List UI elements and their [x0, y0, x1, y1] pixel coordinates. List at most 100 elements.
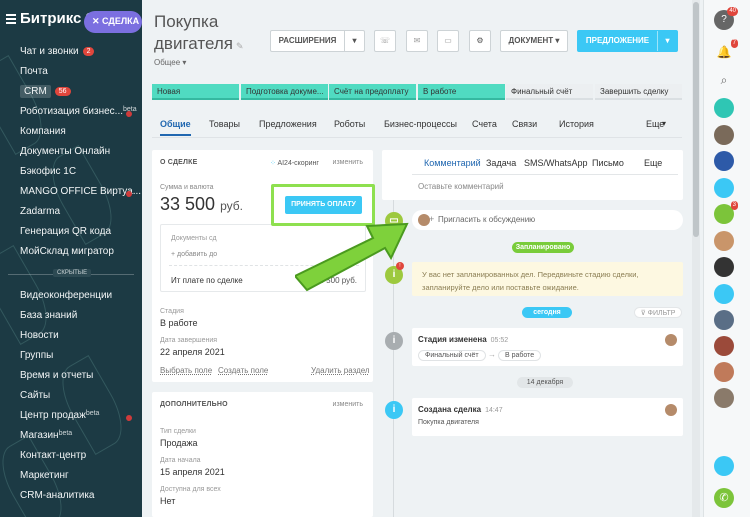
offer-button[interactable]: ПРЕДЛОЖЕНИЕ ▾	[577, 30, 678, 52]
deal-title: Покупка двигателя	[154, 12, 233, 53]
tab[interactable]: Роботы	[334, 119, 365, 129]
invite-bar[interactable]: + Пригласить к обсуждению	[412, 210, 683, 230]
extra-card: ДОПОЛНИТЕЛЬНО изменить Тип сделки Продаж…	[152, 392, 373, 517]
comment-input[interactable]: Оставьте комментарий	[418, 182, 504, 191]
comment-editor: Оставьте комментарий Комментарий Задача SM…	[382, 150, 683, 200]
sidebar-header: Битрикс 2 ✕ СДЕЛКА	[0, 0, 142, 40]
sidebar-item-label: Магазин	[20, 430, 59, 441]
sidebar-item[interactable]: Бэкофис 1С	[0, 162, 142, 182]
stage-step[interactable]: Завершить сделку	[595, 84, 682, 100]
timeline-tab[interactable]: Задача	[486, 158, 516, 168]
sidebar-item[interactable]: Контакт-центр	[0, 446, 142, 466]
stage-step[interactable]: В работе	[418, 84, 505, 100]
extensions-button[interactable]: РАСШИРЕНИЯ ▾	[270, 30, 365, 52]
sidebar-item[interactable]: Время и отчеты	[0, 366, 142, 386]
avatar[interactable]	[714, 257, 734, 277]
stage-step[interactable]: Счёт на предоплату	[329, 84, 416, 100]
category-selector[interactable]: Общее ▾	[154, 58, 186, 67]
tab[interactable]: Товары	[209, 119, 240, 129]
sidebar-item[interactable]: CRM 56	[0, 82, 142, 102]
bell-badge: 7	[730, 39, 738, 48]
group-chat-icon[interactable]	[714, 98, 734, 118]
sidebar-item[interactable]: МойСклад мигратор	[0, 242, 142, 262]
close-deal-pill[interactable]: ✕ СДЕЛКА	[84, 11, 142, 33]
sidebar-item[interactable]: Видеоконференции	[0, 286, 142, 306]
avatar[interactable]	[714, 336, 734, 356]
tab[interactable]: Бизнес-процессы	[384, 119, 457, 129]
select-field-link[interactable]: Выбрать поле	[160, 366, 212, 375]
sidebar-item[interactable]: Магазинbeta	[0, 426, 142, 446]
avatar[interactable]	[714, 231, 734, 251]
hidden-separator[interactable]: СКРЫТЫЕ	[0, 266, 142, 282]
deal-edit-link[interactable]: изменить	[333, 159, 363, 166]
bell-icon[interactable]: 🔔 7	[714, 39, 738, 62]
stage-step[interactable]: Подготовка докуме...	[241, 84, 328, 100]
avatar[interactable]	[714, 125, 734, 145]
sidebar-item[interactable]: База знаний	[0, 306, 142, 326]
sidebar-item[interactable]: Компания	[0, 122, 142, 142]
sidebar-item[interactable]: CRM-аналитика	[0, 486, 142, 506]
sidebar-item[interactable]: Центр продажbeta	[0, 406, 142, 426]
timeline-tab[interactable]: SMS/WhatsApp	[524, 158, 588, 168]
add-document-link[interactable]: + добавить до	[171, 251, 217, 258]
phone-icon[interactable]: ✆	[714, 488, 734, 508]
sidebar-item[interactable]: Генерация QR кода	[0, 222, 142, 242]
avatar[interactable]	[714, 388, 734, 408]
group-chat-icon[interactable]	[714, 151, 734, 171]
tab[interactable]: Связи	[512, 119, 537, 129]
avatar[interactable]	[714, 362, 734, 382]
timeline-tab[interactable]: Комментарий	[424, 158, 481, 168]
accept-payment-button[interactable]: ПРИНЯТЬ ОПЛАТУ	[285, 196, 362, 214]
extra-edit-link[interactable]: изменить	[333, 401, 363, 408]
timeline-tab[interactable]: Еще	[644, 158, 662, 168]
tab[interactable]: История	[559, 119, 594, 129]
chevron-down-icon[interactable]: ▾	[344, 31, 364, 51]
right-panel: ? 40 🔔 7 ⌕ 3 ✆	[703, 0, 750, 517]
stage-step[interactable]: Финальный счёт	[506, 84, 593, 100]
mail-icon[interactable]: ✉	[406, 30, 428, 52]
sidebar-item[interactable]: Чат и звонки 2	[0, 42, 142, 62]
help-badge: 40	[727, 7, 738, 16]
sidebar-item[interactable]: Сайты	[0, 386, 142, 406]
tab[interactable]: Предложения	[259, 119, 317, 129]
timeline-tab[interactable]: Письмо	[592, 158, 624, 168]
brand-logo[interactable]: Битрикс 2	[20, 10, 94, 27]
ai-scoring-link[interactable]: ⁘ AI24-скоринг	[270, 159, 319, 167]
screen-share-icon[interactable]	[714, 456, 734, 476]
sidebar-item-label: Компания	[20, 126, 66, 137]
create-field-link[interactable]: Создать поле	[218, 366, 268, 375]
user-icon[interactable]	[714, 284, 734, 304]
sidebar-item[interactable]: Группы	[0, 346, 142, 366]
sidebar-item[interactable]: Маркетинг	[0, 466, 142, 486]
sidebar-item-label: CRM-аналитика	[20, 490, 95, 501]
phone-icon[interactable]: ☏	[374, 30, 396, 52]
scroll-thumb[interactable]	[693, 2, 699, 237]
sidebar-item[interactable]: Документы Онлайн	[0, 142, 142, 162]
sidebar-item[interactable]: Zadarma	[0, 202, 142, 222]
menu-icon[interactable]	[6, 14, 16, 24]
pencil-icon[interactable]: ✎	[236, 35, 246, 51]
delete-section-link[interactable]: Удалить раздел	[311, 366, 370, 375]
gear-icon[interactable]: ⚙	[469, 30, 491, 52]
help-icon[interactable]: ? 40	[714, 7, 738, 30]
user-icon[interactable]	[714, 178, 734, 198]
scrollbar[interactable]	[692, 0, 700, 517]
stage-step[interactable]: Новая	[152, 84, 239, 100]
filter-button[interactable]: ⊽ ФИЛЬТР	[634, 307, 682, 318]
sidebar-item[interactable]: MANGO OFFICE Виртуа...	[0, 182, 142, 202]
sidebar-item-label: Zadarma	[20, 206, 61, 217]
chevron-down-icon[interactable]: ▾	[657, 31, 677, 51]
chat-icon[interactable]: ▭	[437, 30, 459, 52]
sidebar: Битрикс 2 ✕ СДЕЛКА Чат и звонки 2 Почта CRM…	[0, 0, 142, 517]
document-button[interactable]: ДОКУМЕНТ ▾	[500, 30, 568, 52]
tab[interactable]: Счета	[472, 119, 497, 129]
sidebar-item[interactable]: Роботизация бизнес...beta	[0, 102, 142, 122]
tab[interactable]: Общие	[160, 119, 191, 136]
stage-field-label: Стадия	[160, 308, 184, 315]
lock-icon[interactable]: 3	[714, 201, 738, 224]
sidebar-item[interactable]: Почта	[0, 62, 142, 82]
avatar[interactable]	[714, 310, 734, 330]
sidebar-item[interactable]: Новости	[0, 326, 142, 346]
search-icon[interactable]: ⌕	[714, 70, 734, 90]
sidebar-item-label: Генерация QR кода	[20, 226, 112, 237]
